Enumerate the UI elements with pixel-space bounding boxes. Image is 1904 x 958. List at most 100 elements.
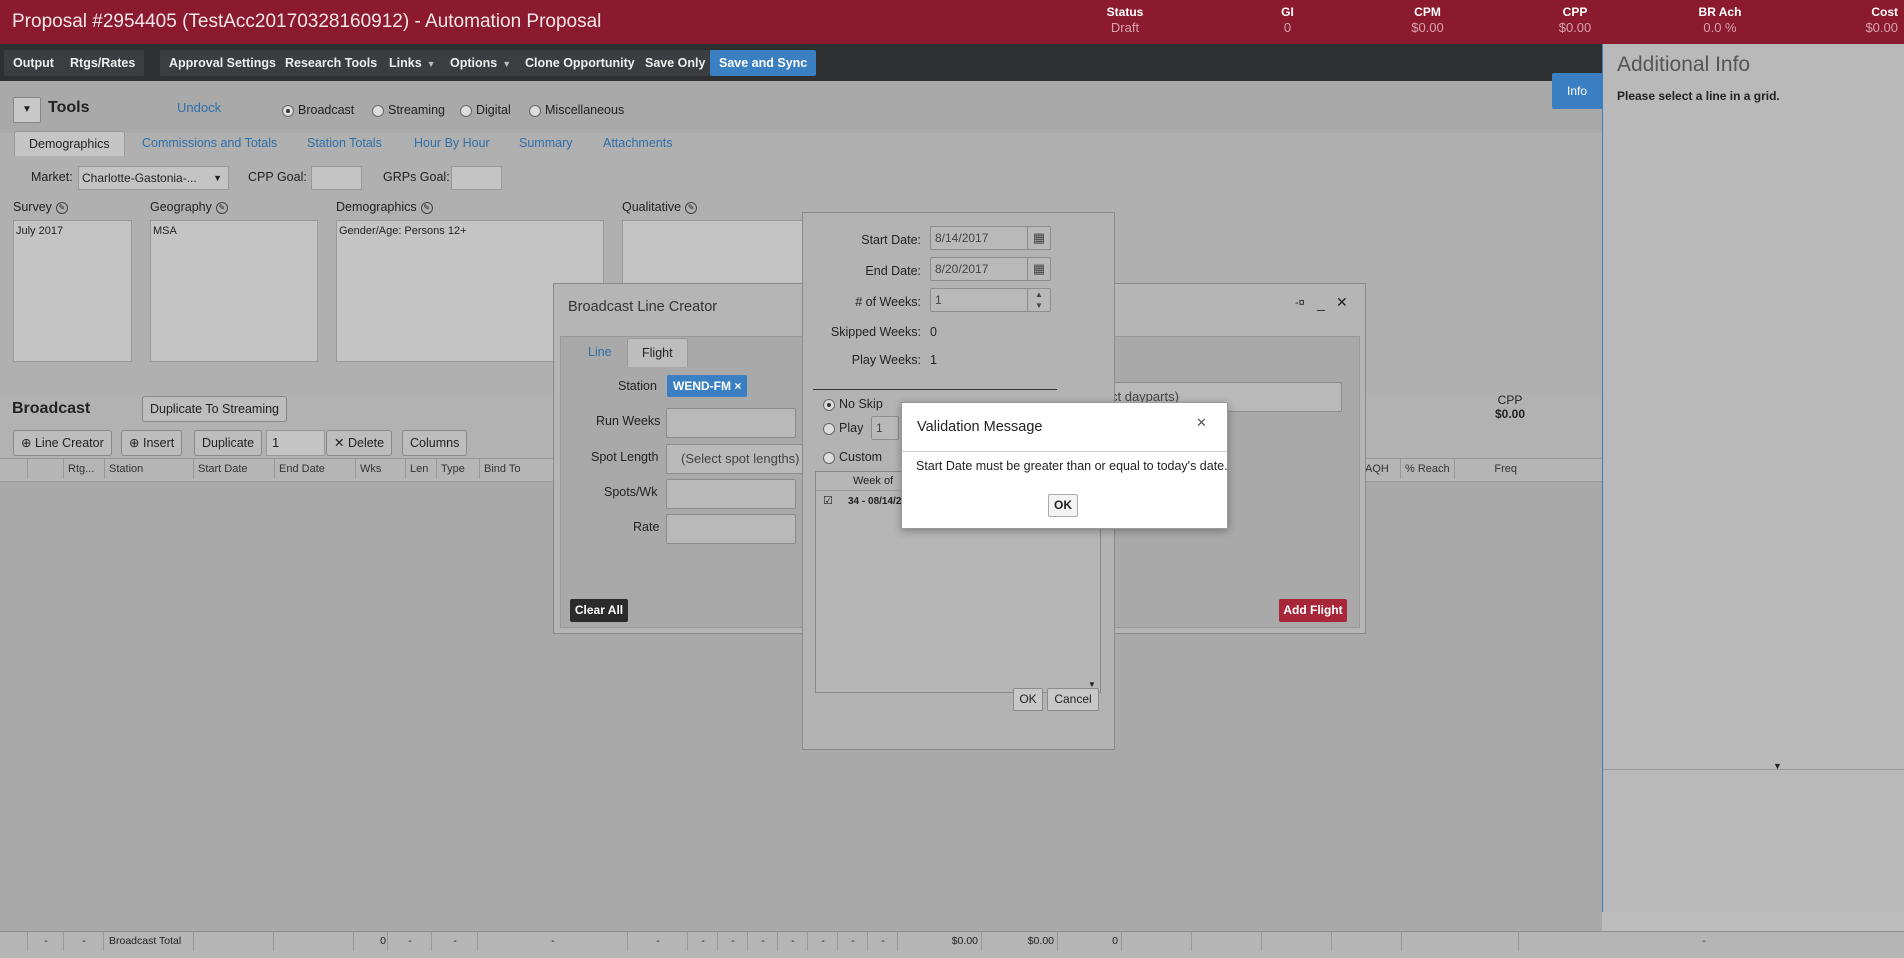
save-and-sync-button[interactable]: Save and Sync: [710, 50, 817, 76]
station-chip[interactable]: WEND-FM ×: [667, 375, 748, 397]
delete-button[interactable]: ✕ Delete: [326, 430, 393, 456]
demographics-value: Gender/Age: Persons 12+: [339, 225, 467, 237]
calendar-icon[interactable]: ▦: [1027, 257, 1051, 281]
start-date-input[interactable]: 8/14/2017: [930, 226, 1033, 250]
edit-icon[interactable]: ✎: [215, 201, 228, 214]
tab-line[interactable]: Line: [574, 338, 626, 366]
tab-flight[interactable]: Flight: [627, 338, 688, 367]
line-creator-button[interactable]: ⊕ Line Creator: [13, 430, 112, 456]
clear-all-button[interactable]: Clear All: [570, 599, 628, 622]
spots-wk-label: Spots/Wk: [604, 485, 658, 499]
radio-custom[interactable]: Custom: [823, 450, 882, 464]
geography-label: Geography ✎: [150, 200, 228, 214]
minimize-icon[interactable]: _: [1317, 295, 1325, 311]
tab-summary[interactable]: Summary: [505, 131, 586, 155]
total-cell: $0.00: [981, 931, 1058, 951]
chevron-down-icon: ▼: [502, 59, 512, 69]
tab-commissions[interactable]: Commissions and Totals: [128, 131, 291, 155]
flight-cancel-button[interactable]: Cancel: [1047, 688, 1099, 711]
run-weeks-select[interactable]: [666, 408, 796, 438]
column-header[interactable]: Wks: [355, 459, 390, 479]
column-header[interactable]: Start Date: [193, 459, 273, 479]
options-button[interactable]: Options ▼: [441, 50, 521, 76]
week-row[interactable]: 34 - 08/14/2: [848, 496, 901, 507]
approval-settings-button[interactable]: Approval Settings: [160, 50, 285, 76]
radio-broadcast[interactable]: Broadcast: [282, 103, 354, 117]
market-value: Charlotte-Gastonia-...: [82, 171, 197, 185]
column-header[interactable]: Len: [405, 459, 435, 479]
radio-streaming-label: Streaming: [388, 103, 445, 117]
remove-icon[interactable]: ×: [734, 379, 741, 393]
calendar-icon[interactable]: ▦: [1027, 226, 1051, 250]
play-weeks-label: Play Weeks:: [851, 353, 921, 367]
insert-button[interactable]: ⊕ Insert: [121, 430, 183, 456]
column-header[interactable]: Rtg...: [63, 459, 102, 479]
tab-hour-by-hour[interactable]: Hour By Hour: [400, 131, 504, 155]
output-button[interactable]: Output: [4, 50, 63, 76]
skipped-weeks-value: 0: [930, 325, 937, 339]
tab-demographics[interactable]: Demographics: [14, 131, 125, 156]
tab-attachments[interactable]: Attachments: [589, 131, 686, 155]
weeks-input[interactable]: 1: [930, 288, 1033, 312]
duplicate-button[interactable]: Duplicate: [194, 430, 263, 456]
pin-icon[interactable]: -¤: [1295, 297, 1305, 309]
checkbox-icon[interactable]: ☑: [823, 494, 833, 507]
column-header[interactable]: % Reach: [1400, 459, 1455, 479]
additional-info-panel: Additional Info Please select a line in …: [1602, 44, 1904, 912]
delete-label: Delete: [347, 436, 385, 450]
save-only-button[interactable]: Save Only: [636, 50, 715, 76]
tab-station-totals[interactable]: Station Totals: [293, 131, 396, 155]
play-count-input[interactable]: 1: [871, 416, 899, 440]
flight-ok-button[interactable]: OK: [1013, 688, 1043, 711]
duplicate-count-input[interactable]: 1: [266, 430, 325, 456]
weeks-label: # of Weeks:: [855, 295, 921, 309]
info-tab[interactable]: Info: [1552, 73, 1602, 109]
radio-no-skip[interactable]: No Skip: [823, 397, 883, 411]
add-flight-button[interactable]: Add Flight: [1279, 599, 1347, 622]
tools-title: Tools: [48, 99, 90, 116]
research-tools-button[interactable]: Research Tools: [276, 50, 387, 76]
page-title: Proposal #2954405 (TestAcc20170328160912…: [12, 11, 602, 32]
market-select[interactable]: Charlotte-Gastonia-... ▼: [78, 166, 229, 190]
collapse-tools-button[interactable]: ▼: [13, 97, 41, 123]
radio-play[interactable]: Play: [823, 421, 863, 435]
column-header[interactable]: Type: [436, 459, 476, 479]
columns-button[interactable]: Columns: [402, 430, 468, 456]
grps-goal-input[interactable]: [451, 166, 502, 190]
column-header[interactable]: [27, 459, 60, 479]
chevron-down-icon[interactable]: ▼: [1773, 761, 1782, 771]
spots-wk-input[interactable]: [666, 479, 796, 509]
modal-ok-button[interactable]: OK: [1048, 494, 1078, 517]
links-label: Links: [389, 56, 422, 70]
duplicate-to-streaming-button[interactable]: Duplicate To Streaming: [142, 396, 288, 422]
end-date-input[interactable]: 8/20/2017: [930, 257, 1033, 281]
station-label: Station: [618, 379, 657, 393]
column-header[interactable]: Freq: [1454, 459, 1521, 479]
column-header[interactable]: Station: [104, 459, 192, 479]
skipped-weeks-label: Skipped Weeks:: [830, 325, 921, 339]
edit-icon[interactable]: ✎: [55, 201, 68, 214]
radio-miscellaneous[interactable]: Miscellaneous: [529, 103, 624, 117]
spot-length-select[interactable]: (Select spot lengths): [666, 444, 810, 474]
total-cell: -: [687, 931, 718, 951]
total-cell: -: [807, 931, 838, 951]
rate-input[interactable]: [666, 514, 796, 544]
clone-opportunity-button[interactable]: Clone Opportunity: [516, 50, 644, 76]
radio-streaming[interactable]: Streaming: [372, 103, 445, 117]
rtgs-rates-button[interactable]: Rtgs/Rates: [61, 50, 145, 76]
column-header[interactable]: End Date: [274, 459, 354, 479]
column-header[interactable]: Bind To: [479, 459, 544, 479]
close-icon: ✕: [334, 436, 345, 450]
edit-icon[interactable]: ✎: [420, 201, 433, 214]
stepper-icon[interactable]: ▲ ▼: [1027, 288, 1051, 312]
edit-icon[interactable]: ✎: [685, 201, 698, 214]
cpp-goal-input[interactable]: [311, 166, 362, 190]
total-cell: [1121, 931, 1192, 951]
radio-digital[interactable]: Digital: [460, 103, 511, 117]
qualitative-label-text: Qualitative: [622, 200, 682, 214]
close-icon[interactable]: ✕: [1336, 294, 1348, 311]
links-button[interactable]: Links ▼: [380, 50, 445, 76]
divider: [1603, 769, 1904, 770]
undock-link[interactable]: Undock: [177, 100, 221, 115]
close-icon[interactable]: ✕: [1196, 415, 1207, 431]
